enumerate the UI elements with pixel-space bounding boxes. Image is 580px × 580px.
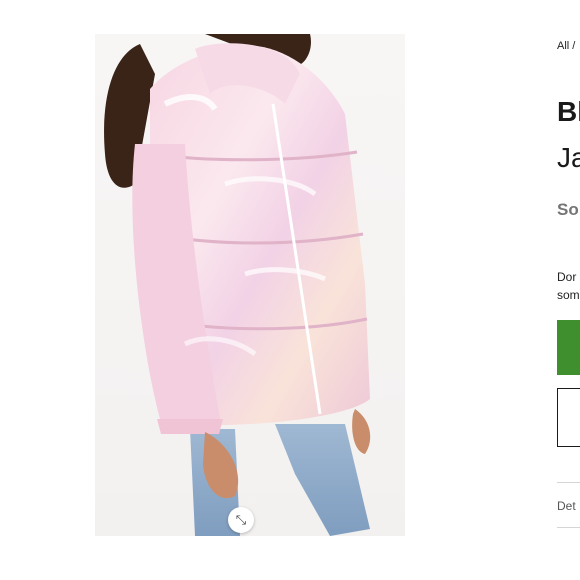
expand-arrows-icon: ⤡: [235, 512, 247, 527]
brand-link[interactable]: So: [557, 200, 579, 220]
iridescent-puffer-jacket-photo: [104, 34, 371, 536]
add-to-bag-button[interactable]: [557, 320, 580, 375]
expand-image-button[interactable]: ⤡: [228, 507, 254, 533]
product-title-line-2: Ja: [557, 142, 580, 173]
divider: [557, 482, 580, 483]
product-title-line-1: Bl: [557, 96, 580, 127]
details-tab[interactable]: Det: [557, 499, 576, 513]
breadcrumb[interactable]: All /: [557, 40, 575, 52]
divider: [557, 527, 580, 528]
promo-text-line-1: Dor: [557, 270, 577, 284]
promo-text: Dor som: [557, 268, 580, 304]
promo-text-line-2: som: [557, 288, 580, 302]
wishlist-button[interactable]: [557, 388, 580, 447]
product-image[interactable]: [95, 34, 405, 536]
